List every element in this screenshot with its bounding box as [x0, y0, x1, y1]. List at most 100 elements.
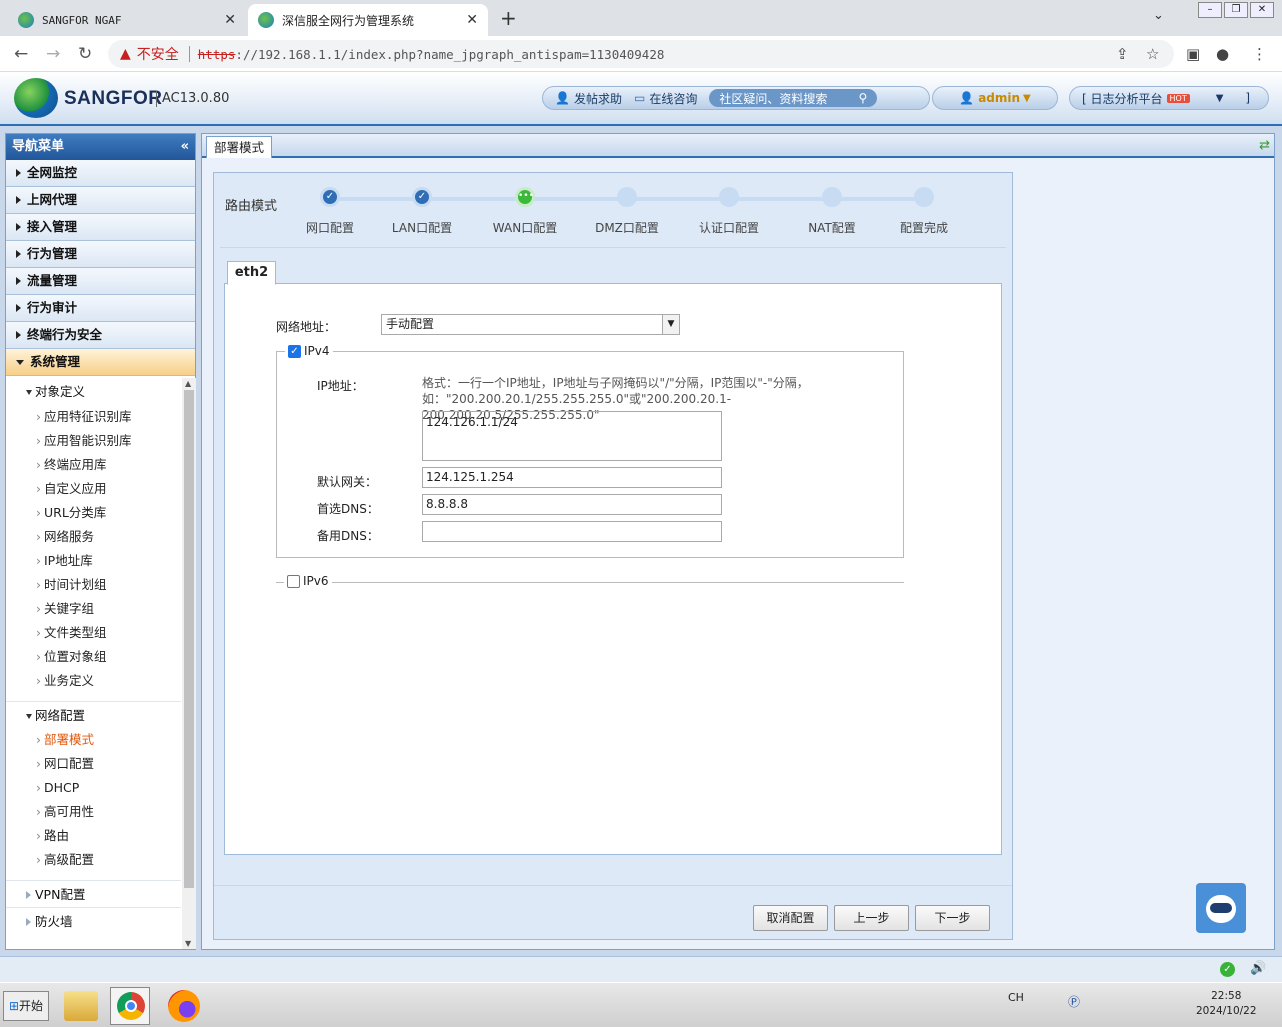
sidebar-item-endpoint-app[interactable]: 终端应用库 — [6, 453, 181, 477]
sidebar-item-advanced[interactable]: 高级配置 — [6, 848, 181, 872]
sidebar-item-url-category[interactable]: URL分类库 — [6, 501, 181, 525]
ipv6-divider — [276, 582, 904, 583]
ip-address-textarea[interactable]: 124.126.1.1/24 — [422, 411, 722, 461]
browser-tab-ac[interactable]: 深信服全网行为管理系统 ✕ — [248, 4, 488, 36]
tab-search-chevron-icon[interactable]: ⌄ — [1153, 8, 1164, 23]
menu-global-monitor[interactable]: 全网监控 — [6, 160, 195, 187]
restore-icon[interactable]: ❐ — [1224, 2, 1248, 18]
group-network-config[interactable]: 网络配置 — [6, 701, 181, 728]
warning-icon[interactable]: ▲ — [120, 46, 131, 62]
assistant-robot-icon[interactable] — [1196, 883, 1246, 933]
new-tab-button[interactable]: + — [500, 6, 517, 30]
side-panel-icon[interactable]: ▣ — [1186, 45, 1200, 63]
firefox-icon — [168, 990, 200, 1022]
bookmark-star-icon[interactable]: ☆ — [1146, 45, 1159, 63]
back-icon[interactable]: ← — [14, 44, 28, 64]
firefox-taskbar-button[interactable] — [164, 987, 204, 1025]
forward-icon[interactable]: → — [46, 44, 60, 64]
ipv4-checkbox[interactable]: ✓ — [288, 344, 301, 358]
sidebar-item-app-smart[interactable]: 应用智能识别库 — [6, 429, 181, 453]
sidebar-item-net-service[interactable]: 网络服务 — [6, 525, 181, 549]
browser-tab-ngaf[interactable]: SANGFOR NGAF ✕ — [8, 4, 246, 36]
help-post-link[interactable]: 👤 发帖求助 — [555, 90, 622, 107]
tab-eth2[interactable]: eth2 — [227, 261, 276, 285]
scroll-up-icon[interactable]: ▲ — [185, 379, 191, 388]
scroll-down-icon[interactable]: ▼ — [185, 939, 191, 948]
expand-arrow-icon — [16, 196, 21, 204]
tray-help-icon[interactable]: Ⓟ — [1068, 993, 1080, 1010]
start-button[interactable]: ⊞开始 — [3, 991, 49, 1021]
share-icon[interactable]: ⇪ — [1116, 45, 1129, 63]
menu-audit[interactable]: 行为审计 — [6, 295, 195, 322]
next-step-button[interactable]: 下一步 — [915, 905, 990, 931]
user-menu[interactable]: 👤 admin ▼ — [932, 86, 1058, 110]
menu-access[interactable]: 接入管理 — [6, 214, 195, 241]
sidebar-item-business[interactable]: 业务定义 — [6, 669, 181, 693]
sidebar-item-location[interactable]: 位置对象组 — [6, 645, 181, 669]
sidebar-scrollbar[interactable]: ▲ ▼ — [182, 378, 196, 949]
net-addr-select[interactable]: 手动配置 ▼ — [381, 314, 680, 335]
deploy-wizard: 路由模式 ✓ ✓ ••• 网口配置 LAN口配置 WAN口配置 DMZ口配置 认… — [213, 172, 1013, 940]
sidebar-item-deploy-mode[interactable]: 部署模式 — [6, 728, 181, 752]
sidebar-item-keyword[interactable]: 关键字组 — [6, 597, 181, 621]
url-scheme: https — [197, 46, 236, 62]
hot-badge: HOT — [1166, 93, 1190, 103]
profile-icon[interactable]: ● — [1216, 45, 1229, 63]
url-field[interactable]: ▲ 不安全 https ://192.168.1.1/index.php?nam… — [108, 40, 1174, 68]
security-label[interactable]: 不安全 — [137, 44, 179, 64]
iface-form: 网络地址： 手动配置 ▼ ✓ IPv4 IP地址： 格式：一行一个IP地址，IP… — [224, 283, 1002, 855]
menu-proxy[interactable]: 上网代理 — [6, 187, 195, 214]
gateway-input[interactable]: 124.125.1.254 — [422, 467, 722, 488]
dns1-input[interactable]: 8.8.8.8 — [422, 494, 722, 515]
group-object-definition[interactable]: 对象定义 — [6, 378, 181, 405]
minimize-icon[interactable]: – — [1198, 2, 1222, 18]
file-explorer-icon[interactable] — [64, 991, 98, 1021]
ipv6-legend[interactable]: IPv6 — [284, 574, 332, 588]
clock-time: 22:58 — [1211, 990, 1242, 1002]
menu-endpoint-security[interactable]: 终端行为安全 — [6, 322, 195, 349]
chrome-taskbar-button[interactable] — [110, 987, 150, 1025]
group-vpn[interactable]: VPN配置 — [6, 880, 181, 907]
close-window-icon[interactable]: ✕ — [1250, 2, 1274, 18]
dns2-input[interactable] — [422, 521, 722, 542]
chevron-down-icon[interactable]: ▼ — [662, 315, 679, 334]
refresh-icon[interactable]: ⇄ — [1259, 138, 1270, 153]
ipv4-legend[interactable]: ✓ IPv4 — [285, 344, 333, 358]
sidebar-item-ip-library[interactable]: IP地址库 — [6, 549, 181, 573]
sidebar-item-custom-app[interactable]: 自定义应用 — [6, 477, 181, 501]
log-platform-link[interactable]: [ 日志分析平台 HOT ▼ ] — [1069, 86, 1269, 110]
tab-deploy-mode[interactable]: 部署模式 — [206, 136, 272, 158]
online-consult-link[interactable]: ▭ 在线咨询 — [634, 90, 697, 107]
close-tab-icon[interactable]: ✕ — [224, 12, 236, 28]
sidebar-item-filetype[interactable]: 文件类型组 — [6, 621, 181, 645]
search-icon[interactable]: ⚲ — [859, 91, 868, 105]
ipv6-checkbox[interactable] — [287, 574, 300, 588]
step-pending-icon — [822, 187, 842, 207]
collapse-sidebar-icon[interactable]: « — [181, 134, 189, 160]
sidebar-item-interfaces[interactable]: 网口配置 — [6, 752, 181, 776]
menu-system[interactable]: 系统管理 — [6, 349, 195, 376]
collapsed-arrow-icon — [26, 891, 31, 899]
menu-kebab-icon[interactable]: ⋮ — [1252, 45, 1267, 63]
community-search-input[interactable]: 社区疑问、资料搜索 ⚲ — [709, 89, 878, 107]
sound-icon[interactable]: 🔊 — [1250, 961, 1266, 976]
cancel-config-button[interactable]: 取消配置 — [753, 905, 828, 931]
sidebar-item-app-signature[interactable]: 应用特征识别库 — [6, 405, 181, 429]
chevron-down-icon: ▼ — [1023, 92, 1031, 104]
prev-step-button[interactable]: 上一步 — [834, 905, 909, 931]
sidebar-item-route[interactable]: 路由 — [6, 824, 181, 848]
menu-traffic[interactable]: 流量管理 — [6, 268, 195, 295]
expand-arrow-icon — [16, 250, 21, 258]
scroll-thumb[interactable] — [184, 390, 194, 888]
sidebar-item-schedule[interactable]: 时间计划组 — [6, 573, 181, 597]
chevron-down-icon[interactable]: ▼ — [1216, 93, 1224, 104]
group-firewall[interactable]: 防火墙 — [6, 907, 181, 934]
tray-language[interactable]: CH — [1008, 991, 1024, 1004]
close-tab-icon[interactable]: ✕ — [466, 12, 478, 28]
step-current-icon: ••• — [515, 187, 535, 207]
taskbar-clock[interactable]: 22:58 2024/10/22 — [1196, 989, 1257, 1019]
sidebar-item-ha[interactable]: 高可用性 — [6, 800, 181, 824]
sidebar-item-dhcp[interactable]: DHCP — [6, 776, 181, 800]
menu-behavior[interactable]: 行为管理 — [6, 241, 195, 268]
reload-icon[interactable]: ↻ — [78, 44, 92, 64]
